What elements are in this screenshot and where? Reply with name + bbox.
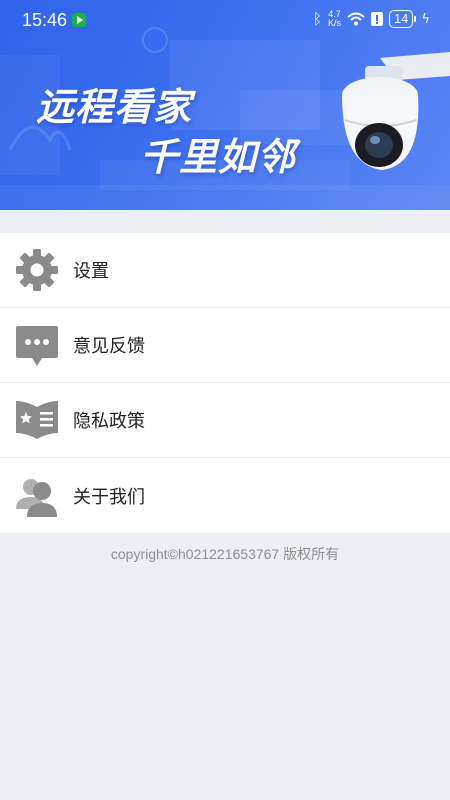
gear-icon xyxy=(14,247,60,293)
menu-item-label: 隐私政策 xyxy=(73,411,145,432)
network-speed: 4.7 K/s xyxy=(328,10,341,28)
wifi-icon xyxy=(347,12,365,26)
app-notification-icon xyxy=(72,13,86,27)
alert-icon xyxy=(370,12,383,26)
status-time: 15:46 xyxy=(22,10,68,30)
charging-icon: ϟ xyxy=(421,11,430,27)
menu-item-label: 意见反馈 xyxy=(73,336,145,357)
battery-indicator: 14 xyxy=(388,10,417,28)
bluetooth-icon: ᛒ xyxy=(312,10,322,28)
network-speed-unit: K/s xyxy=(327,18,341,28)
slogan-line-1: 远程看家 xyxy=(36,85,193,129)
chat-bubble-icon xyxy=(14,322,60,368)
menu-item-feedback[interactable]: 意见反馈 xyxy=(0,308,450,383)
users-icon xyxy=(14,473,60,519)
camera-illustration xyxy=(342,52,450,170)
menu-item-about-us[interactable]: 关于我们 xyxy=(0,458,450,533)
menu-item-privacy-policy[interactable]: 隐私政策 xyxy=(0,383,450,458)
slogan-line-2: 千里如邻 xyxy=(140,135,297,179)
status-bar: 15:46 ᛒ 4.7 K/s 14 ϟ xyxy=(0,0,450,40)
menu-item-label: 关于我们 xyxy=(73,486,145,508)
menu-item-settings[interactable]: 设置 xyxy=(0,233,450,308)
hero-banner: 15:46 ᛒ 4.7 K/s 14 ϟ 远程看家 千里如邻 xyxy=(0,0,450,210)
copyright-text: copyright©h021221653767 版权所有 xyxy=(110,546,340,562)
settings-menu: 设置 意见反馈 隐私政策 关于我们 xyxy=(0,233,450,533)
book-star-icon xyxy=(14,397,60,443)
menu-item-label: 设置 xyxy=(73,261,109,282)
